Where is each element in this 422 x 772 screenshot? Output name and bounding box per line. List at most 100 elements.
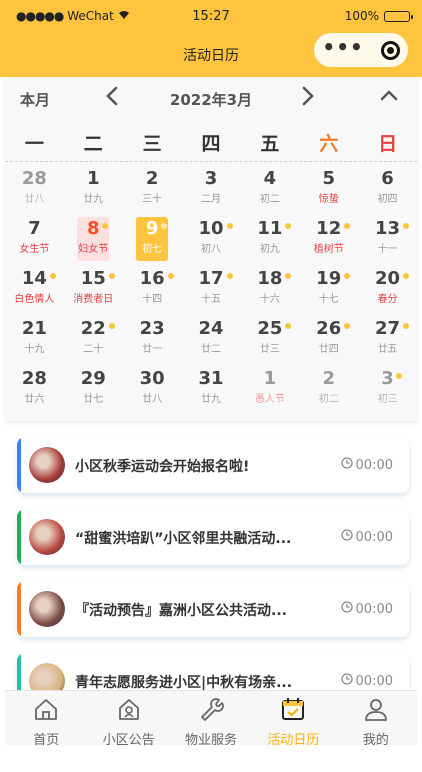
day-cell[interactable]: 20 春分 [358,265,417,315]
weekday-label: 二 [83,133,103,155]
clock-icon [340,529,353,545]
event-dot-icon [160,223,167,229]
day-cell[interactable]: 3 二月 [182,165,241,215]
more-dots-icon[interactable]: ••• [322,37,363,57]
day-number: 8 [87,218,100,239]
day-number: 20 [375,268,401,289]
lunar-label: 十四 [142,294,163,305]
tab-community-notice[interactable]: 小区公告 [87,691,169,748]
day-cell[interactable]: 31 廿九 [182,365,241,415]
event-dot-icon [108,273,115,279]
clock-icon [340,673,353,689]
day-cell[interactable]: 30 廿八 [123,365,182,415]
battery-indicator: 100% [344,9,413,23]
lunar-label: 二月 [200,194,221,205]
battery-percent: 100% [344,9,379,23]
day-number: 1 [263,368,277,389]
next-month-button[interactable] [301,85,315,113]
tab-label: 物业服务 [184,733,237,748]
day-cell[interactable]: 12 植树节 [299,215,358,265]
day-cell[interactable]: 2 初二 [299,365,358,415]
day-number: 11 [257,218,283,239]
calendar-days-grid: 28 廿八 1 廿九 2 三十 3 二月 4 初二 5 惊蛰 6 初四 7 女生节 8 妇女节 9 初七 10 初八 11 初… [5,165,417,417]
lunar-label: 愚人节 [254,394,285,405]
lunar-label: 初三 [377,394,398,405]
lunar-label: 十七 [318,294,339,305]
day-cell[interactable]: 25 廿三 [240,315,299,365]
day-number: 12 [316,218,342,239]
tab-calendar[interactable]: 活动日历 [252,691,334,748]
lunar-label: 二十 [83,344,104,355]
weekday-label: 五 [260,133,280,155]
lunar-label: 廿四 [318,344,339,355]
day-number: 28 [21,168,47,189]
event-dot-icon [285,223,292,229]
lunar-label: 廿八 [142,394,163,405]
activity-time: 00:00 [340,457,393,473]
day-cell[interactable]: 18 十六 [240,265,299,315]
day-number: 27 [375,318,401,339]
tab-wrench-service[interactable]: 物业服务 [170,691,252,748]
activity-time-text: 00:00 [355,457,393,473]
event-dot-icon [108,323,115,329]
weekday-label: 一 [24,133,44,155]
day-cell[interactable]: 15 消费者日 [64,265,123,315]
lunar-label: 廿一 [142,344,163,355]
day-cell[interactable]: 2 三十 [123,165,182,215]
day-cell[interactable]: 17 十五 [182,265,241,315]
day-cell[interactable]: 7 女生节 [5,215,64,265]
event-dot-icon [50,273,56,279]
activity-card[interactable]: 『活动预告』嘉洲小区公共活动... 00:00 [17,581,409,637]
day-cell[interactable]: 11 初九 [240,215,299,265]
day-cell[interactable]: 4 初二 [240,165,299,215]
day-cell[interactable]: 22 二十 [64,315,123,365]
calendar-header: 本月 2022年3月 [5,77,417,121]
lunar-label: 消费者日 [73,294,114,305]
event-dot-icon [226,223,233,229]
day-cell[interactable]: 29 廿七 [64,365,123,415]
lunar-label: 十九 [24,344,45,355]
tab-home[interactable]: 首页 [5,691,87,748]
activity-title: 小区秋季运动会开始报名啦! [75,459,250,475]
day-cell[interactable]: 19 十七 [299,265,358,315]
tab-label: 我的 [362,733,389,748]
clock-icon [340,457,353,473]
day-number: 18 [257,268,283,289]
day-cell[interactable]: 1 愚人节 [240,365,299,415]
day-cell[interactable]: 6 初四 [358,165,417,215]
calendar-icon [279,695,307,727]
day-number: 30 [139,368,165,389]
tab-user[interactable]: 我的 [335,691,417,748]
day-cell[interactable]: 5 惊蛰 [299,165,358,215]
day-cell[interactable]: 27 廿五 [358,315,417,365]
day-cell[interactable]: 13 十一 [358,215,417,265]
lunar-label: 廿三 [259,344,280,355]
day-cell[interactable]: 28 廿六 [5,365,64,415]
mini-program-capsule: ••• [314,33,408,67]
day-cell[interactable]: 21 十九 [5,315,64,365]
event-dot-icon [285,273,292,279]
tab-label: 小区公告 [102,733,155,748]
day-cell[interactable]: 1 廿九 [64,165,123,215]
wrench-service-icon [197,695,225,727]
day-cell[interactable]: 8 妇女节 [64,215,123,265]
collapse-calendar-icon[interactable] [380,87,398,105]
activity-card[interactable]: 小区秋季运动会开始报名啦! 00:00 [17,437,409,493]
day-cell[interactable]: 3 初三 [358,365,417,415]
day-number: 2 [322,368,335,389]
day-cell[interactable]: 10 初八 [182,215,241,265]
day-cell[interactable]: 24 廿二 [182,315,241,365]
activity-card[interactable]: “甜蜜洪培趴”小区邻里共融活动... 00:00 [17,509,409,565]
day-cell[interactable]: 26 廿四 [299,315,358,365]
day-cell[interactable]: 16 十四 [123,265,182,315]
lunar-label: 初二 [259,194,280,205]
lunar-label: 廿八 [24,194,45,205]
event-dot-icon [344,323,351,329]
day-cell-today[interactable]: 9 初七 [123,215,182,265]
day-cell[interactable]: 14 白色情人 [5,265,64,315]
day-cell[interactable]: 23 廿一 [123,315,182,365]
tab-label: 首页 [33,733,60,748]
day-cell[interactable]: 28 廿八 [5,165,64,215]
capsule-close-icon[interactable] [380,40,400,60]
day-number: 31 [198,368,224,389]
